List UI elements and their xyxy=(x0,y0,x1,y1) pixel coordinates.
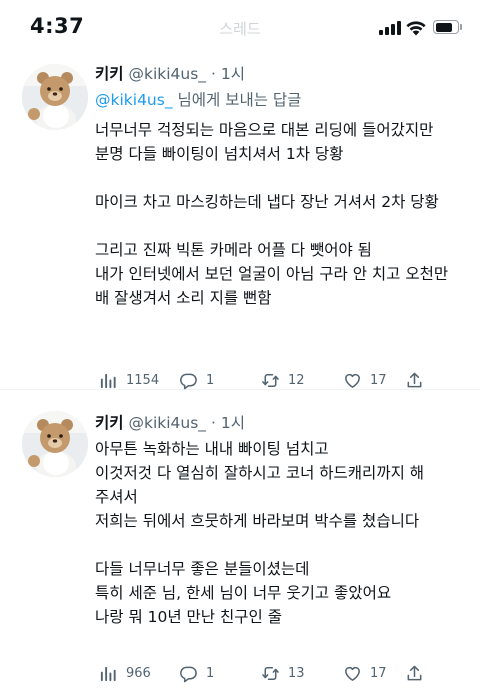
views-count: 1154 xyxy=(126,372,160,388)
like-icon xyxy=(345,666,360,681)
reply-suffix: 님에게 보내는 답글 xyxy=(172,91,302,109)
tweet-text: 너무너무 걱정되는 마음으로 대본 리딩에 들어갔지만 분명 다들 빠이팅이 넘… xyxy=(95,118,462,310)
tweet-line: 내가 인터넷에서 보던 얼굴이 아님 구라 안 치고 오천만 배 잘생겨서 소리… xyxy=(95,265,449,307)
tweet-line xyxy=(95,533,462,557)
replying-to: @kiki4us_ 님에게 보내는 답글 xyxy=(95,88,462,112)
retweet-icon xyxy=(262,373,279,387)
share-icon xyxy=(407,665,422,680)
display-name[interactable]: 키키 xyxy=(95,414,124,432)
tweet-line xyxy=(95,214,462,238)
tweet-line: 이것저것 다 열심히 잘하시고 코너 하드캐리까지 해 주셔서 xyxy=(95,464,425,506)
tweet-line: 특히 세준 님, 한세 님이 너무 웃기고 좋았어요 xyxy=(95,584,392,602)
cellular-signal-icon xyxy=(379,21,401,35)
views-button[interactable]: 1154 xyxy=(99,368,159,392)
tweet-line: 그리고 진짜 빅톤 카메라 어플 다 뺏어야 됨 xyxy=(95,241,372,259)
teddy-bear-avatar-image xyxy=(22,64,88,130)
reply-icon xyxy=(180,373,197,389)
tweet-line: 저희는 뒤에서 흐뭇하게 바라보며 박수를 쳤습니다 xyxy=(95,512,420,530)
retweet-count: 12 xyxy=(288,372,305,388)
views-count: 966 xyxy=(126,665,151,681)
reply-button[interactable]: 1 xyxy=(179,661,214,685)
battery-icon xyxy=(433,20,459,34)
retweet-button[interactable]: 13 xyxy=(261,661,305,685)
share-icon xyxy=(407,372,422,387)
tweet-line: 분명 다들 빠이팅이 넘치셔서 1차 당황 xyxy=(95,145,344,163)
status-bar: 4:37 스레드 xyxy=(0,0,480,58)
like-icon xyxy=(345,373,360,388)
tweet-line: 마이크 차고 마스킹하는데 냅다 장난 거셔서 2차 당황 xyxy=(95,193,439,211)
tweet-text: 아무튼 녹화하는 내내 빠이팅 넘치고 이것저것 다 열심히 잘하시고 코너 하… xyxy=(95,437,462,629)
avatar[interactable] xyxy=(22,64,88,130)
tweet[interactable]: 키키 @kiki4us_ · 1시 @kiki4us_ 님에게 보내는 답글 너… xyxy=(0,58,480,390)
timestamp[interactable]: 1시 xyxy=(221,65,245,83)
reply-count: 1 xyxy=(206,372,215,388)
tweet-header: 키키 @kiki4us_ · 1시 xyxy=(95,411,462,435)
teddy-bear-avatar-image xyxy=(22,411,88,477)
avatar[interactable] xyxy=(22,411,88,477)
views-icon xyxy=(100,373,116,388)
tweet-actions: 966 1 13 17 xyxy=(95,661,460,685)
views-button[interactable]: 966 xyxy=(99,661,151,685)
retweet-count: 13 xyxy=(288,665,305,681)
tweet-actions: 1154 1 12 17 xyxy=(95,368,460,392)
mention-link[interactable]: @kiki4us_ xyxy=(95,91,173,109)
tweet-line: 너무너무 걱정되는 마음으로 대본 리딩에 들어갔지만 xyxy=(95,121,434,139)
tweet[interactable]: 키키 @kiki4us_ · 1시 아무튼 녹화하는 내내 빠이팅 넘치고 이것… xyxy=(0,391,480,688)
handle[interactable]: @kiki4us_ xyxy=(128,414,206,432)
reply-icon xyxy=(180,666,197,682)
display-name[interactable]: 키키 xyxy=(95,65,124,83)
tweet-line: 나랑 뭐 10년 만난 친구인 줄 xyxy=(95,608,282,626)
handle[interactable]: @kiki4us_ xyxy=(128,65,206,83)
wifi-icon xyxy=(406,21,426,36)
like-count: 17 xyxy=(370,665,387,681)
separator-dot: · xyxy=(210,65,216,83)
tweet-line xyxy=(95,166,462,190)
views-icon xyxy=(100,666,116,681)
retweet-button[interactable]: 12 xyxy=(261,368,305,392)
share-button[interactable] xyxy=(405,661,424,685)
share-button[interactable] xyxy=(405,368,424,392)
like-button[interactable]: 17 xyxy=(343,368,387,392)
like-count: 17 xyxy=(370,372,387,388)
timestamp[interactable]: 1시 xyxy=(221,414,245,432)
tweet-line: 다들 너무너무 좋은 분들이셨는데 xyxy=(95,560,310,578)
tweet-line: 아무튼 녹화하는 내내 빠이팅 넘치고 xyxy=(95,440,329,458)
reply-count: 1 xyxy=(206,665,215,681)
tweet-header: 키키 @kiki4us_ · 1시 xyxy=(95,62,462,86)
retweet-icon xyxy=(262,666,279,680)
separator-dot: · xyxy=(210,414,216,432)
like-button[interactable]: 17 xyxy=(343,661,387,685)
reply-button[interactable]: 1 xyxy=(179,368,214,392)
